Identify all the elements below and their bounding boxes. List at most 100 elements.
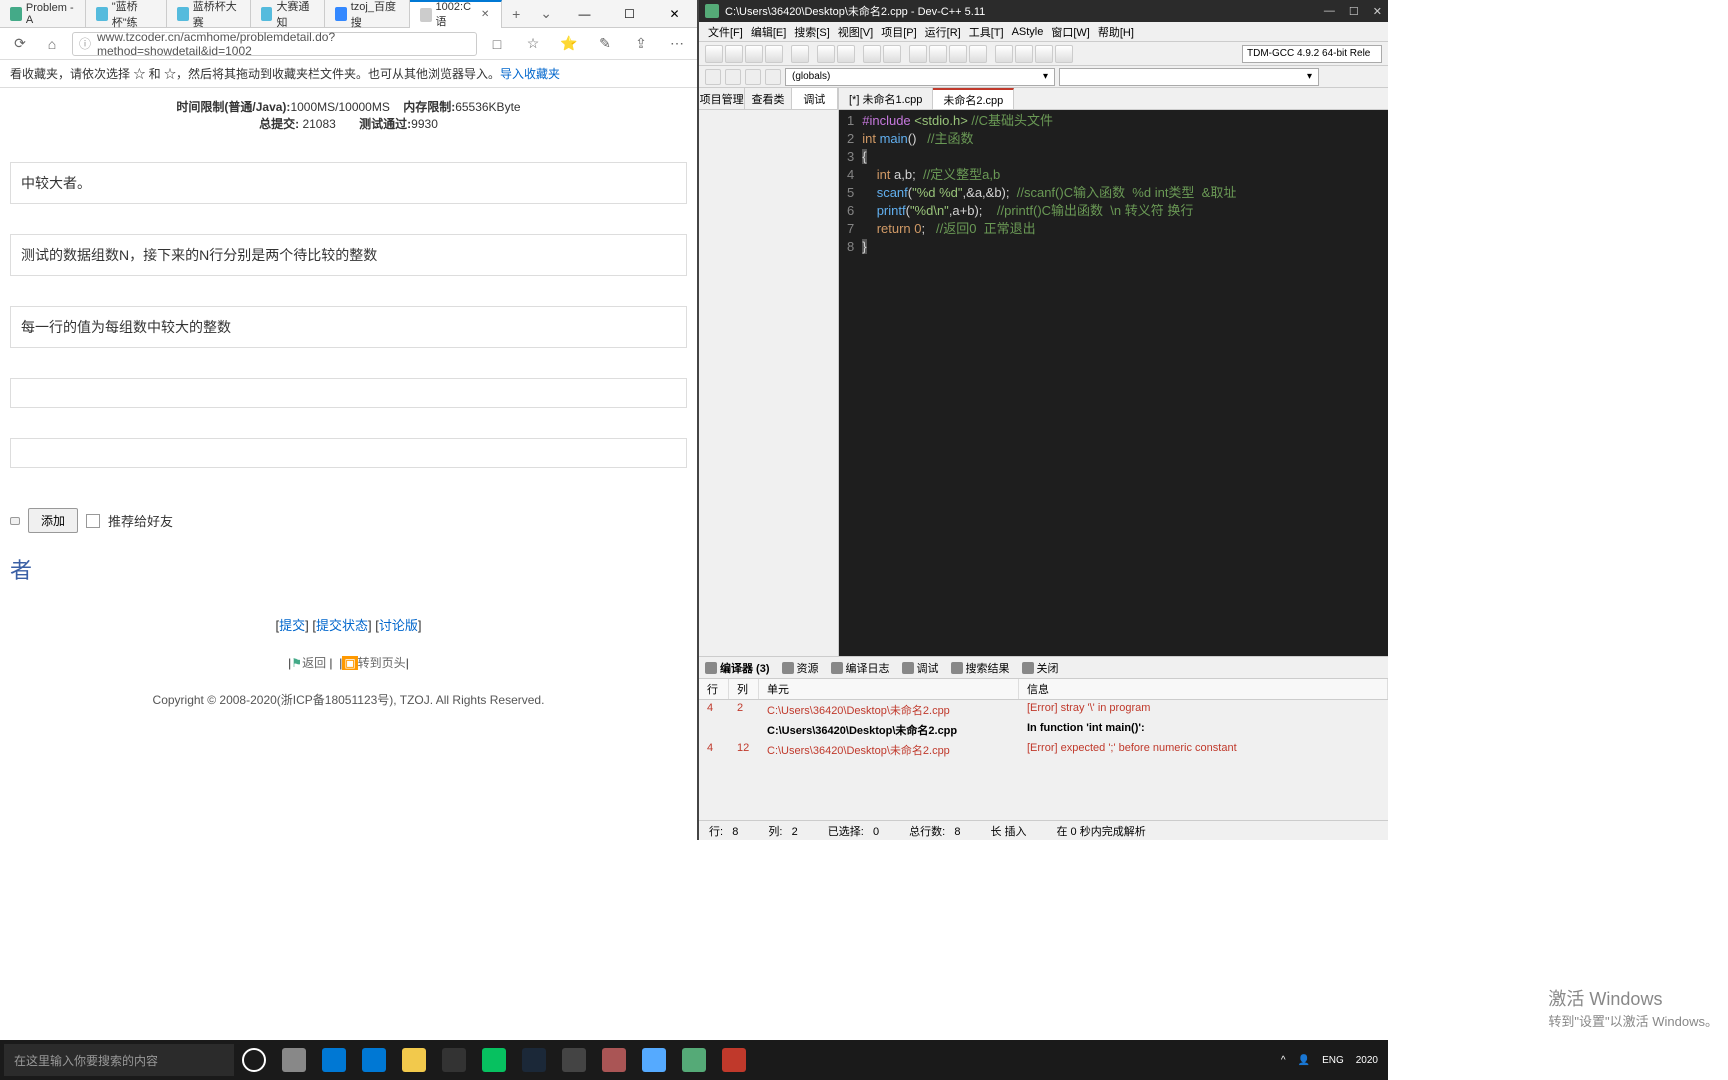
compiler-combo[interactable]: TDM-GCC 4.9.2 64-bit Rele bbox=[1242, 45, 1382, 63]
app-button-2[interactable] bbox=[594, 1040, 634, 1080]
share-button[interactable]: ⇪ bbox=[629, 32, 653, 56]
compile-button[interactable] bbox=[909, 45, 927, 63]
goto-button[interactable] bbox=[765, 69, 781, 85]
tray-chevron-icon[interactable]: ^ bbox=[1281, 1055, 1286, 1066]
favorites-button[interactable]: ⭐ bbox=[557, 32, 581, 56]
col-header-unit[interactable]: 单元 bbox=[759, 679, 1019, 699]
task-view-button[interactable] bbox=[274, 1040, 314, 1080]
tray-people-icon[interactable]: 👤 bbox=[1298, 1055, 1310, 1066]
tab-1002[interactable]: 1002:C语✕ bbox=[410, 0, 502, 28]
maximize-button[interactable]: ☐ bbox=[1349, 5, 1359, 18]
close-button[interactable]: ✕ bbox=[1373, 5, 1382, 18]
return-link[interactable]: 返回 bbox=[302, 656, 326, 670]
redo-button[interactable] bbox=[837, 45, 855, 63]
taskbar-search[interactable]: 在这里输入你要搜索的内容 bbox=[4, 1044, 234, 1076]
system-tray[interactable]: ^ 👤 ENG 2020 bbox=[1271, 1055, 1388, 1066]
trash-button[interactable] bbox=[1055, 45, 1073, 63]
menu-view[interactable]: 视图[V] bbox=[835, 24, 876, 40]
bookmark-button[interactable] bbox=[745, 69, 761, 85]
close-button[interactable]: ✕ bbox=[652, 0, 697, 28]
save-all-button[interactable] bbox=[765, 45, 783, 63]
col-header-msg[interactable]: 信息 bbox=[1019, 679, 1388, 699]
recommend-checkbox[interactable] bbox=[86, 514, 100, 528]
find-button[interactable] bbox=[863, 45, 881, 63]
app-button-1[interactable] bbox=[554, 1040, 594, 1080]
app-button-4[interactable] bbox=[714, 1040, 754, 1080]
code-editor[interactable]: 12345678 #include <stdio.h> //C基础头文件int … bbox=[839, 110, 1388, 656]
close-icon[interactable]: ✕ bbox=[479, 8, 491, 22]
star-button[interactable]: ☆ bbox=[521, 32, 545, 56]
more-button[interactable]: ⋯ bbox=[665, 32, 689, 56]
run-button[interactable] bbox=[929, 45, 947, 63]
devcpp-taskbar-button[interactable] bbox=[674, 1040, 714, 1080]
insert-button[interactable] bbox=[725, 69, 741, 85]
reader-button[interactable]: □ bbox=[485, 32, 509, 56]
tab-close[interactable]: 关闭 bbox=[1022, 660, 1059, 676]
col-header-col[interactable]: 列 bbox=[729, 679, 759, 699]
mail-button[interactable] bbox=[354, 1040, 394, 1080]
home-button[interactable]: ⌂ bbox=[40, 32, 64, 56]
menu-tools[interactable]: 工具[T] bbox=[966, 24, 1007, 40]
tab-search[interactable]: 搜索结果 bbox=[951, 660, 1010, 676]
col-header-line[interactable]: 行 bbox=[699, 679, 729, 699]
tab-resource[interactable]: 资源 bbox=[782, 660, 819, 676]
tab-baidu[interactable]: tzoj_百度搜 bbox=[325, 0, 410, 28]
submit-link[interactable]: 提交 bbox=[279, 618, 305, 633]
tab-debug[interactable]: 调试 bbox=[902, 660, 939, 676]
print-button[interactable] bbox=[791, 45, 809, 63]
tab-compiler[interactable]: 编译器 (3) bbox=[705, 660, 770, 676]
edge-button[interactable] bbox=[314, 1040, 354, 1080]
tab-notice[interactable]: 大赛通知 bbox=[251, 0, 325, 28]
minimize-button[interactable]: — bbox=[562, 0, 607, 28]
code-lines[interactable]: #include <stdio.h> //C基础头文件int main() //… bbox=[862, 110, 1236, 656]
wechat-button[interactable] bbox=[474, 1040, 514, 1080]
menu-file[interactable]: 文件[F] bbox=[705, 24, 746, 40]
member-combo[interactable]: ▾ bbox=[1059, 68, 1319, 86]
prev-button[interactable] bbox=[10, 517, 20, 525]
profile-button[interactable] bbox=[1035, 45, 1053, 63]
menu-run[interactable]: 运行[R] bbox=[922, 24, 964, 40]
maximize-button[interactable]: ☐ bbox=[607, 0, 652, 28]
file-tab-2[interactable]: 未命名2.cpp bbox=[933, 88, 1014, 109]
rebuild-button[interactable] bbox=[969, 45, 987, 63]
tray-time[interactable]: 2020 bbox=[1356, 1055, 1378, 1066]
tab-lanqiao-practice[interactable]: "蓝桥杯"练 bbox=[86, 0, 167, 28]
status-link[interactable]: 提交状态 bbox=[316, 618, 368, 633]
replace-button[interactable] bbox=[883, 45, 901, 63]
goto-top-link[interactable]: 转到页头 bbox=[358, 656, 406, 670]
notes-button[interactable]: ✎ bbox=[593, 32, 617, 56]
menu-search[interactable]: 搜索[S] bbox=[791, 24, 832, 40]
new-file-button[interactable] bbox=[705, 45, 723, 63]
compiler-message-row[interactable]: 42C:\Users\36420\Desktop\未命名2.cpp[Error]… bbox=[699, 700, 1388, 720]
explorer-button[interactable] bbox=[394, 1040, 434, 1080]
debug-button[interactable] bbox=[995, 45, 1013, 63]
minimize-button[interactable]: — bbox=[1324, 5, 1335, 18]
tab-problem[interactable]: Problem - A bbox=[0, 0, 86, 28]
tab-lanqiao-contest[interactable]: 蓝桥杯大赛 bbox=[167, 0, 251, 28]
tab-menu-button[interactable]: ⌄ bbox=[530, 5, 562, 22]
menu-help[interactable]: 帮助[H] bbox=[1095, 24, 1137, 40]
add-button[interactable]: 添加 bbox=[28, 508, 78, 533]
discuss-link[interactable]: 讨论版 bbox=[379, 618, 418, 633]
compile-run-button[interactable] bbox=[949, 45, 967, 63]
side-tab-debug[interactable]: 调试 bbox=[792, 88, 838, 109]
undo-button[interactable] bbox=[817, 45, 835, 63]
menu-project[interactable]: 项目[P] bbox=[878, 24, 919, 40]
compiler-message-row[interactable]: C:\Users\36420\Desktop\未命名2.cppIn functi… bbox=[699, 720, 1388, 740]
tab-log[interactable]: 编译日志 bbox=[831, 660, 890, 676]
side-tab-project[interactable]: 项目管理 bbox=[699, 88, 745, 109]
open-button[interactable] bbox=[725, 45, 743, 63]
tray-lang[interactable]: ENG bbox=[1322, 1055, 1344, 1066]
app-button-3[interactable] bbox=[634, 1040, 674, 1080]
import-bookmarks-link[interactable]: 导入收藏夹 bbox=[500, 65, 560, 82]
stop-button[interactable] bbox=[1015, 45, 1033, 63]
new-tab-button[interactable]: + bbox=[502, 6, 530, 22]
cortana-button[interactable] bbox=[234, 1040, 274, 1080]
save-button[interactable] bbox=[745, 45, 763, 63]
url-input[interactable]: ⓘ www.tzcoder.cn/acmhome/problemdetail.d… bbox=[72, 32, 477, 56]
menu-edit[interactable]: 编辑[E] bbox=[748, 24, 789, 40]
new-proj-button[interactable] bbox=[705, 69, 721, 85]
scope-combo[interactable]: (globals)▾ bbox=[785, 68, 1055, 86]
menu-window[interactable]: 窗口[W] bbox=[1048, 24, 1093, 40]
steam-button[interactable] bbox=[514, 1040, 554, 1080]
